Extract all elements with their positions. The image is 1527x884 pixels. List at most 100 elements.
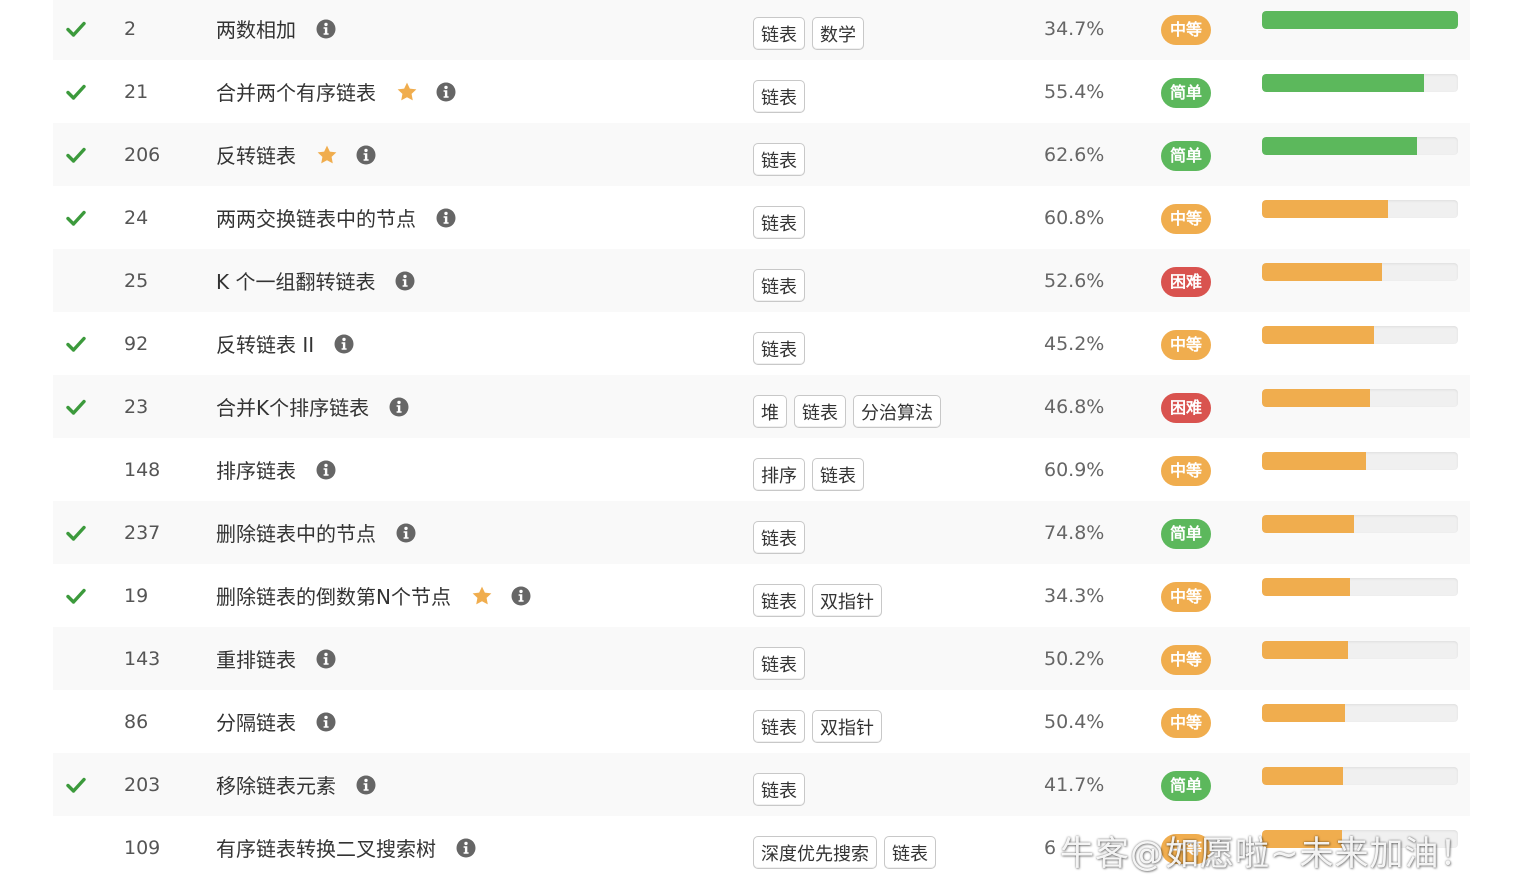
info-icon[interactable] <box>456 838 476 858</box>
info-icon[interactable] <box>316 649 336 669</box>
problem-title-link[interactable]: 有序链表转换二叉搜索树 <box>216 833 436 862</box>
tags-cell: 链表 数学 <box>753 0 1073 65</box>
star-icon <box>396 81 418 103</box>
problem-title-link[interactable]: 两两交换链表中的节点 <box>216 203 416 232</box>
acceptance-rate: 34.3% <box>1044 584 1105 607</box>
info-icon[interactable] <box>316 19 336 39</box>
table-row[interactable]: 2 两数相加 链表 数学 34.7% 中等 <box>53 0 1470 60</box>
tag-badge[interactable]: 链表 <box>753 143 805 176</box>
problem-title-link[interactable]: 反转链表 <box>216 140 296 169</box>
table-row[interactable]: 21 合并两个有序链表 链表 55.4% 简单 <box>53 60 1470 123</box>
problem-title-link[interactable]: 合并K个排序链表 <box>216 392 369 421</box>
problem-title-cell: K 个一组翻转链表 <box>216 249 776 312</box>
table-row[interactable]: 23 合并K个排序链表 堆链表 分治算法 46.8% 困难 <box>53 375 1470 438</box>
tags-cell: 链表 <box>753 312 1073 380</box>
info-icon[interactable] <box>316 712 336 732</box>
difficulty-cell: 困难 <box>1161 249 1221 312</box>
frequency-bar <box>1262 641 1458 659</box>
tag-badge[interactable]: 链表 <box>794 395 846 428</box>
frequency-bar <box>1262 326 1458 344</box>
tag-badge[interactable]: 链表 <box>753 710 805 743</box>
tag-badge[interactable]: 链表 <box>753 521 805 554</box>
info-icon[interactable] <box>356 145 376 165</box>
solved-cell <box>66 0 96 60</box>
problem-title-link[interactable]: 反转链表 II <box>216 329 314 358</box>
tag-badge[interactable]: 堆 <box>753 395 787 428</box>
tags-cell: 链表 双指针 <box>753 690 1073 758</box>
difficulty-badge: 简单 <box>1161 77 1211 108</box>
solved-cell <box>66 375 96 438</box>
problem-id: 148 <box>124 458 161 481</box>
acceptance-rate: 41.7% <box>1044 773 1105 796</box>
problem-title-link[interactable]: 两数相加 <box>216 14 296 43</box>
tag-badge[interactable]: 双指针 <box>812 584 882 617</box>
difficulty-cell: 中等 <box>1161 186 1221 249</box>
info-icon[interactable] <box>395 271 415 291</box>
frequency-cell <box>1262 690 1458 753</box>
tag-badge[interactable]: 链表 <box>812 458 864 491</box>
frequency-cell <box>1262 564 1458 627</box>
tag-badge[interactable]: 链表 <box>753 647 805 680</box>
frequency-bar <box>1262 704 1458 722</box>
table-row[interactable]: 86 分隔链表 链表 双指针 50.4% 中等 <box>53 690 1470 753</box>
info-icon[interactable] <box>436 82 456 102</box>
tag-badge[interactable]: 双指针 <box>812 710 882 743</box>
problem-title-link[interactable]: 排序链表 <box>216 455 296 484</box>
solved-cell <box>66 186 96 249</box>
tag-badge[interactable]: 链表 <box>753 332 805 365</box>
check-icon <box>66 82 86 102</box>
frequency-bar <box>1262 11 1458 29</box>
tag-badge[interactable]: 链表 <box>753 17 805 50</box>
tags-cell: 链表 双指针 <box>753 564 1073 632</box>
table-row[interactable]: 206 反转链表 链表 62.6% 简单 <box>53 123 1470 186</box>
tag-badge[interactable]: 排序 <box>753 458 805 491</box>
problem-title-cell: 排序链表 <box>216 438 776 501</box>
problem-title-link[interactable]: 重排链表 <box>216 644 296 673</box>
difficulty-cell: 困难 <box>1161 375 1221 438</box>
problem-id: 237 <box>124 521 161 544</box>
info-icon[interactable] <box>396 523 416 543</box>
star-icon <box>471 585 493 607</box>
info-icon[interactable] <box>436 208 456 228</box>
info-icon[interactable] <box>356 775 376 795</box>
table-row[interactable]: 237 删除链表中的节点 链表 74.8% 简单 <box>53 501 1470 564</box>
frequency-bar <box>1262 200 1458 218</box>
tag-badge[interactable]: 深度优先搜索 <box>753 836 877 869</box>
tag-badge[interactable]: 链表 <box>884 836 936 869</box>
tag-badge[interactable]: 链表 <box>753 269 805 302</box>
info-icon[interactable] <box>389 397 409 417</box>
tag-badge[interactable]: 数学 <box>812 17 864 50</box>
info-icon[interactable] <box>511 586 531 606</box>
table-row[interactable]: 92 反转链表 II 链表 45.2% 中等 <box>53 312 1470 375</box>
tag-badge[interactable]: 链表 <box>753 206 805 239</box>
tags-cell: 链表 <box>753 123 1073 191</box>
problem-title-link[interactable]: 删除链表中的节点 <box>216 518 376 547</box>
info-icon[interactable] <box>334 334 354 354</box>
frequency-cell <box>1262 249 1458 312</box>
difficulty-cell: 简单 <box>1161 123 1221 186</box>
problem-title-link[interactable]: K 个一组翻转链表 <box>216 266 375 295</box>
tag-badge[interactable]: 分治算法 <box>853 395 941 428</box>
tag-badge[interactable]: 链表 <box>753 773 805 806</box>
table-row[interactable]: 203 移除链表元素 链表 41.7% 简单 <box>53 753 1470 816</box>
problem-title-link[interactable]: 合并两个有序链表 <box>216 77 376 106</box>
table-row[interactable]: 143 重排链表 链表 50.2% 中等 <box>53 627 1470 690</box>
problem-title-link[interactable]: 分隔链表 <box>216 707 296 736</box>
difficulty-cell: 中等 <box>1161 312 1221 375</box>
table-row[interactable]: 148 排序链表 排序 链表 60.9% 中等 <box>53 438 1470 501</box>
check-icon <box>66 334 86 354</box>
tag-badge[interactable]: 链表 <box>753 80 805 113</box>
tag-badge[interactable]: 链表 <box>753 584 805 617</box>
table-row[interactable]: 25 K 个一组翻转链表 链表 52.6% 困难 <box>53 249 1470 312</box>
frequency-bar-fill <box>1262 389 1370 407</box>
frequency-cell <box>1262 123 1458 186</box>
problem-title-link[interactable]: 删除链表的倒数第N个节点 <box>216 581 451 610</box>
info-icon[interactable] <box>316 460 336 480</box>
table-row[interactable]: 19 删除链表的倒数第N个节点 链表 双指针 34.3% 中等 <box>53 564 1470 627</box>
table-row[interactable]: 24 两两交换链表中的节点 链表 60.8% 中等 <box>53 186 1470 249</box>
difficulty-badge: 简单 <box>1161 518 1211 549</box>
problem-title-link[interactable]: 移除链表元素 <box>216 770 336 799</box>
check-icon <box>66 775 86 795</box>
problem-title-cell: 有序链表转换二叉搜索树 <box>216 816 776 879</box>
frequency-cell <box>1262 375 1458 438</box>
